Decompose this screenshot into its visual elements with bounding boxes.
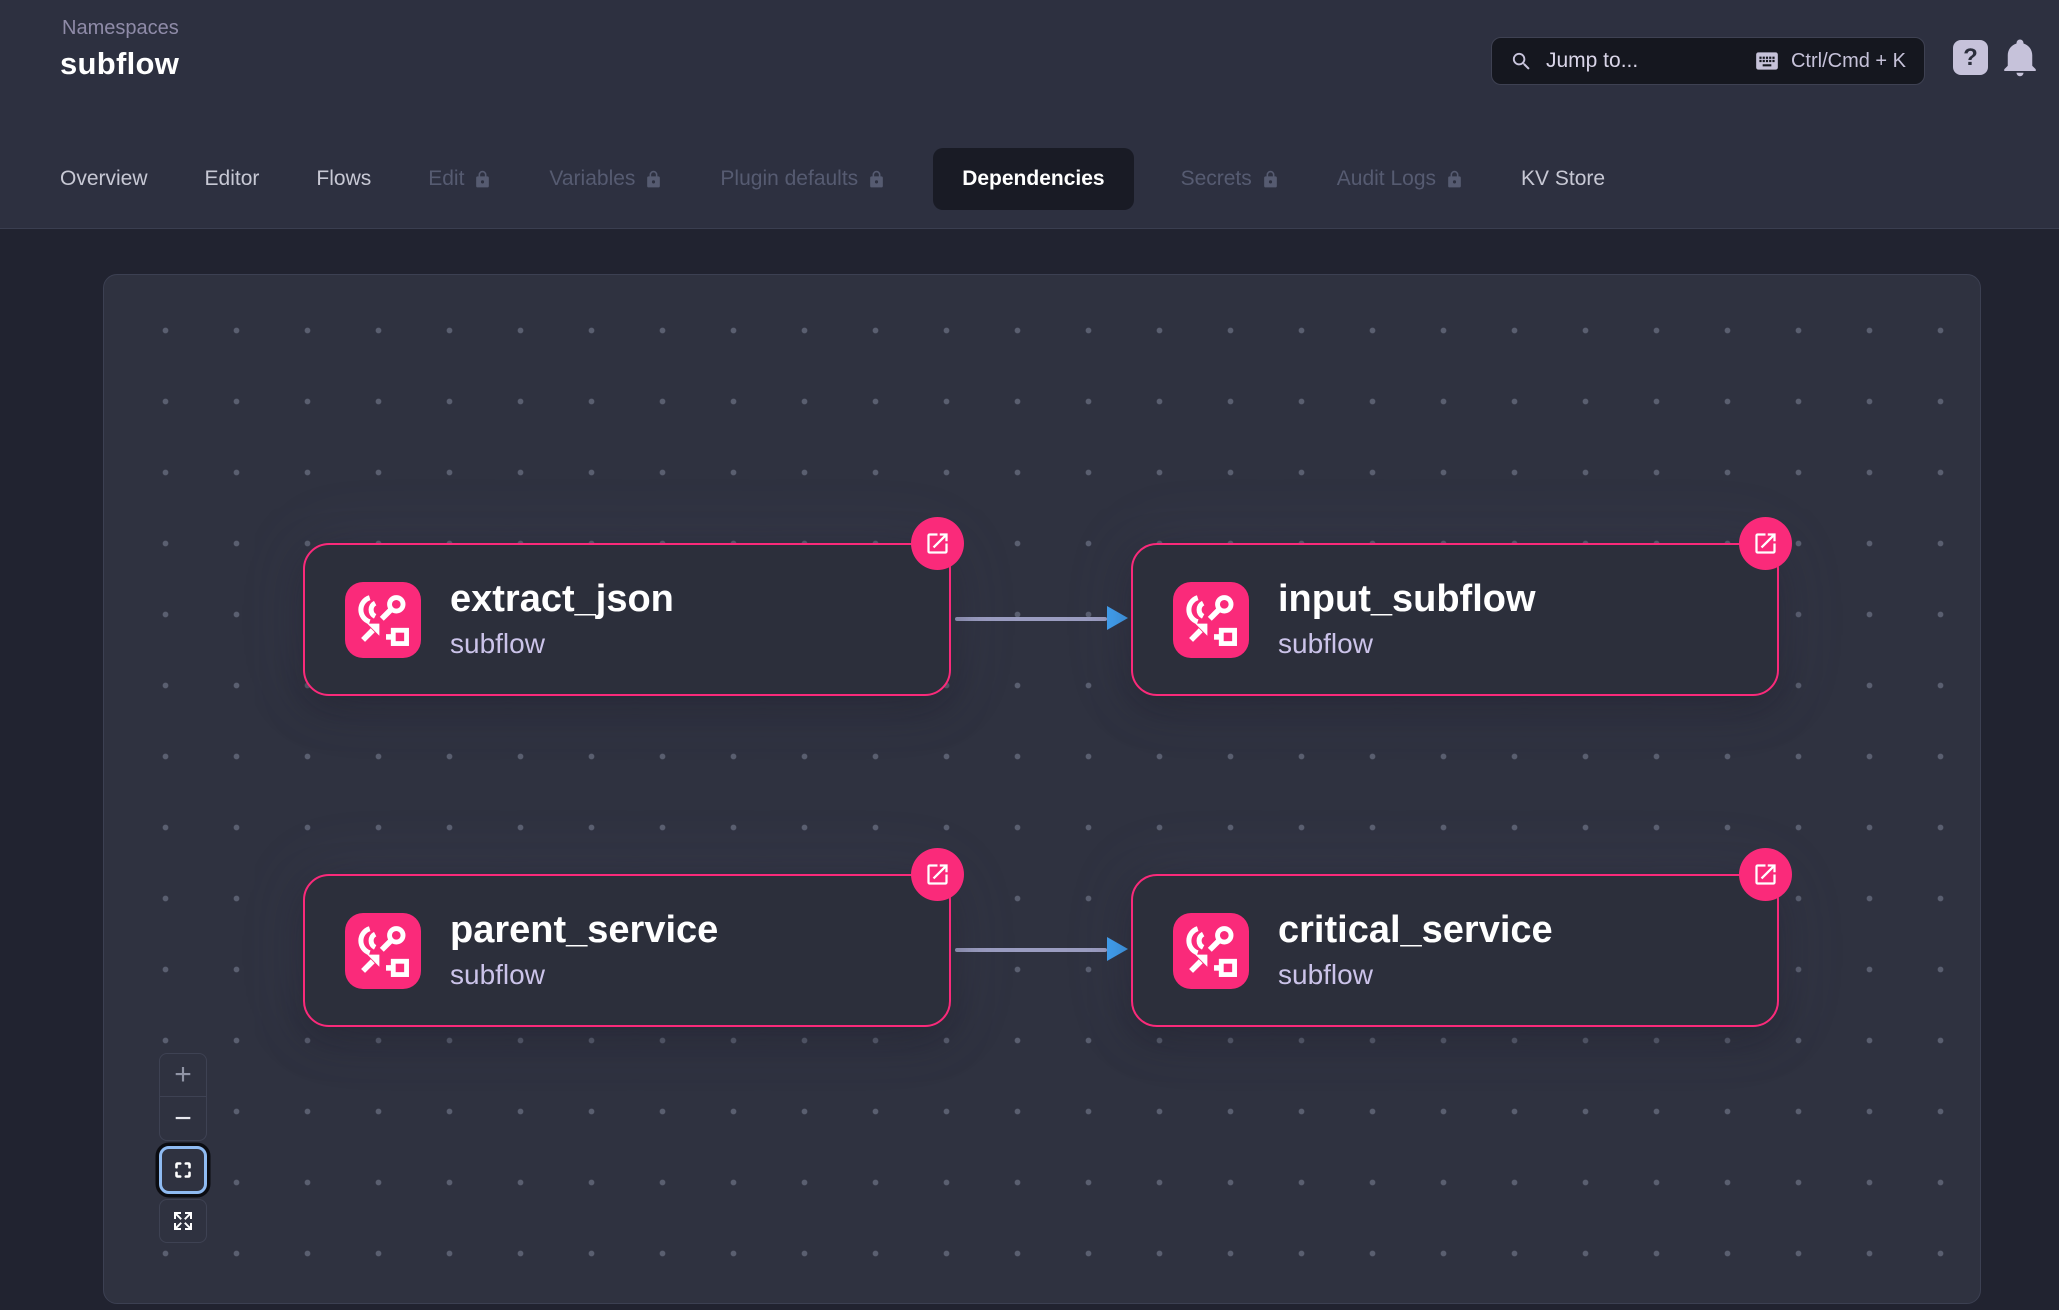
keyboard-icon xyxy=(1754,48,1780,74)
namespace-tabs: Overview Editor Flows Edit Variables Plu… xyxy=(0,130,2059,229)
edge-parent-to-critical xyxy=(955,948,1107,952)
node-subtitle: subflow xyxy=(1278,959,1553,991)
tab-flows[interactable]: Flows xyxy=(316,167,371,191)
tab-edit-locked: Edit xyxy=(428,167,492,191)
node-title: parent_service xyxy=(450,910,718,952)
tab-kv-store[interactable]: KV Store xyxy=(1521,167,1605,191)
page-title: subflow xyxy=(60,46,179,82)
edge-extract-to-input xyxy=(955,617,1107,621)
help-icon: ? xyxy=(1963,44,1978,72)
open-in-new-icon xyxy=(924,530,951,557)
open-flow-button[interactable] xyxy=(911,517,964,570)
notifications-button[interactable] xyxy=(1999,36,2041,78)
top-header: Namespaces subflow Jump to... Ctrl/Cmd +… xyxy=(0,0,2059,130)
search-shortcut: Ctrl/Cmd + K xyxy=(1791,50,1906,73)
breadcrumb[interactable]: Namespaces xyxy=(62,17,179,40)
lock-icon xyxy=(644,170,663,189)
fit-to-screen-icon xyxy=(171,1158,195,1182)
edge-arrowhead-icon xyxy=(1107,606,1128,630)
tab-audit-logs-locked: Audit Logs xyxy=(1337,167,1464,191)
graph-node-extract-json[interactable]: extract_json subflow xyxy=(303,543,951,696)
fit-to-screen-button[interactable] xyxy=(159,1146,207,1194)
search-icon xyxy=(1510,50,1533,73)
graph-node-critical-service[interactable]: critical_service subflow xyxy=(1131,874,1779,1027)
tab-variables-locked: Variables xyxy=(549,167,663,191)
open-flow-button[interactable] xyxy=(1739,848,1792,901)
node-subtitle: subflow xyxy=(1278,628,1536,660)
lock-icon xyxy=(1261,170,1280,189)
tab-plugin-defaults-locked: Plugin defaults xyxy=(720,167,886,191)
open-flow-button[interactable] xyxy=(911,848,964,901)
app-window: Namespaces subflow Jump to... Ctrl/Cmd +… xyxy=(0,0,2059,1310)
search-input[interactable]: Jump to... Ctrl/Cmd + K xyxy=(1491,37,1925,85)
search-placeholder: Jump to... xyxy=(1546,49,1638,73)
minus-icon: − xyxy=(174,1102,192,1136)
tab-secrets-locked: Secrets xyxy=(1181,167,1280,191)
subflow-task-icon xyxy=(345,582,421,658)
subflow-task-icon xyxy=(345,913,421,989)
subflow-task-icon xyxy=(1173,582,1249,658)
tab-editor[interactable]: Editor xyxy=(205,167,260,191)
canvas-zoom-controls: + − xyxy=(159,1053,207,1243)
subflow-task-icon xyxy=(1173,913,1249,989)
graph-node-parent-service[interactable]: parent_service subflow xyxy=(303,874,951,1027)
graph-node-input-subflow[interactable]: input_subflow subflow xyxy=(1131,543,1779,696)
open-in-new-icon xyxy=(1752,530,1779,557)
open-flow-button[interactable] xyxy=(1739,517,1792,570)
expand-all-icon xyxy=(171,1209,195,1233)
dependency-graph-canvas[interactable]: extract_json subflow xyxy=(103,274,1981,1304)
lock-icon xyxy=(867,170,886,189)
bell-icon xyxy=(1999,36,2041,78)
open-in-new-icon xyxy=(924,861,951,888)
lock-icon xyxy=(1445,170,1464,189)
tab-dependencies-active[interactable]: Dependencies xyxy=(933,148,1133,210)
node-title: critical_service xyxy=(1278,910,1553,952)
help-button[interactable]: ? xyxy=(1953,40,1988,75)
open-in-new-icon xyxy=(1752,861,1779,888)
node-title: extract_json xyxy=(450,579,674,621)
node-subtitle: subflow xyxy=(450,628,674,660)
fullscreen-button[interactable] xyxy=(159,1199,207,1243)
plus-icon: + xyxy=(174,1058,192,1092)
zoom-in-button[interactable]: + xyxy=(159,1053,207,1097)
node-subtitle: subflow xyxy=(450,959,718,991)
node-title: input_subflow xyxy=(1278,579,1536,621)
zoom-out-button[interactable]: − xyxy=(159,1097,207,1141)
lock-icon xyxy=(473,170,492,189)
edge-arrowhead-icon xyxy=(1107,937,1128,961)
tab-overview[interactable]: Overview xyxy=(60,167,148,191)
